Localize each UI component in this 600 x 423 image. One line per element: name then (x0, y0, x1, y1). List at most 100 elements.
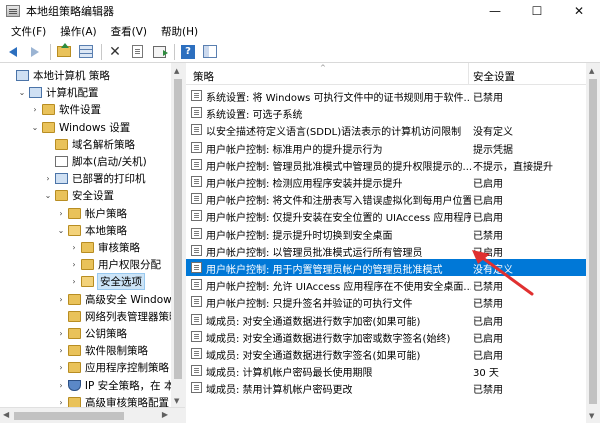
policy-row[interactable]: 用户帐户控制: 管理员批准模式中管理员的提升权限提示的... 不提示，直接提升 (186, 156, 586, 173)
scroll-up-icon[interactable]: ▲ (174, 67, 179, 75)
window-title: 本地组策略编辑器 (26, 5, 114, 18)
expand-chevron-icon[interactable]: › (56, 346, 66, 356)
expand-chevron-icon[interactable]: › (56, 363, 66, 373)
forward-icon[interactable] (25, 43, 45, 61)
policy-row[interactable]: 域成员: 对安全通道数据进行数字签名(如果可能) 已启用 (186, 345, 586, 362)
tree-horizontal-scrollbar[interactable]: ◀ ▶ (0, 407, 185, 423)
folder-icon (68, 293, 81, 305)
policy-document-icon (191, 348, 202, 359)
tree-item[interactable]: 本地计算机 策略 (0, 66, 184, 85)
scroll-down-icon[interactable]: ▼ (589, 412, 594, 420)
help-icon[interactable]: ? (178, 43, 198, 61)
policy-row[interactable]: 系统设置: 可选子系统 (186, 104, 586, 121)
policy-row[interactable]: 用户帐户控制: 允许 UIAccess 应用程序在不使用安全桌面... 已禁用 (186, 276, 586, 293)
expand-chevron-icon[interactable]: › (69, 243, 79, 253)
up-folder-icon[interactable] (54, 43, 74, 61)
maximize-button[interactable]: ☐ (516, 0, 558, 22)
minimize-button[interactable]: — (474, 0, 516, 22)
tree-item[interactable]: › 审核策略 (0, 238, 184, 257)
back-icon[interactable] (3, 43, 23, 61)
policy-row[interactable]: 域成员: 对安全通道数据进行数字加密或数字签名(始终) 已启用 (186, 328, 586, 345)
expand-chevron-icon[interactable]: › (56, 294, 66, 304)
scroll-down-icon[interactable]: ▼ (174, 397, 179, 405)
tree-vertical-scrollbar[interactable]: ▲ ▼ (171, 63, 185, 407)
menu-action[interactable]: 操作(A) (53, 24, 103, 39)
column-header-policy[interactable]: 策略 (193, 69, 214, 84)
menu-help[interactable]: 帮助(H) (154, 24, 205, 39)
properties-icon[interactable] (127, 43, 147, 61)
policy-row[interactable]: 系统设置: 将 Windows 可执行文件中的证书规则用于软件... 已禁用 (186, 87, 586, 104)
tree-item[interactable]: 脚本(启动/关机) (0, 152, 184, 171)
policy-row[interactable]: 用户帐户控制: 将文件和注册表写入错误虚拟化到每用户位置 已启用 (186, 190, 586, 207)
policy-row[interactable]: 用户帐户控制: 提示提升时切换到安全桌面 已禁用 (186, 225, 586, 242)
policy-row[interactable]: 用户帐户控制: 用于内置管理员帐户的管理员批准模式 没有定义 (186, 259, 586, 276)
export-icon[interactable] (149, 43, 169, 61)
policy-document-icon (191, 365, 202, 377)
scroll-right-icon[interactable]: ▶ (162, 410, 168, 419)
shield-icon (67, 379, 81, 391)
tree-item[interactable]: 网络列表管理器策略 (0, 307, 184, 326)
expand-chevron-icon[interactable]: › (30, 105, 40, 115)
show-tree-icon[interactable] (76, 43, 96, 61)
scroll-thumb[interactable] (174, 79, 182, 379)
tree-item[interactable]: › 已部署的打印机 (0, 169, 184, 188)
close-button[interactable]: ✕ (558, 0, 600, 22)
tree-item[interactable]: ⌄ 计算机配置 (0, 83, 184, 102)
expand-chevron-icon[interactable]: › (56, 380, 66, 390)
tree-item[interactable]: ⌄ 本地策略 (0, 221, 184, 240)
tree-item[interactable]: › 软件设置 (0, 100, 184, 119)
expand-chevron-icon[interactable]: › (56, 329, 66, 339)
tree-item[interactable]: › 高级审核策略配置 (0, 393, 184, 407)
column-header-security-setting[interactable]: 安全设置 (473, 69, 515, 84)
no-expander (43, 139, 53, 149)
tree-item[interactable]: ⌄ Windows 设置 (0, 118, 184, 137)
scroll-left-icon[interactable]: ◀ (3, 410, 9, 419)
policy-row[interactable]: 以安全描述符定义语言(SDDL)语法表示的计算机访问限制 没有定义 (186, 121, 586, 138)
tree-item[interactable]: › 公钥策略 (0, 324, 184, 343)
panel-icon[interactable] (200, 43, 220, 61)
policy-row[interactable]: 用户帐户控制: 标准用户的提升提示行为 提示凭据 (186, 139, 586, 156)
policy-tree[interactable]: 本地计算机 策略 ⌄ 计算机配置 › 软件设置 ⌄ Windows 设置 域名解析策略 脚本(启… (0, 63, 185, 407)
menu-view[interactable]: 查看(V) (104, 24, 154, 39)
toolbar: ✕ ? (0, 41, 600, 63)
scroll-thumb[interactable] (589, 79, 597, 404)
policy-document-icon (191, 382, 202, 394)
column-divider[interactable] (468, 63, 469, 85)
policy-document-icon (191, 227, 202, 239)
tree-item[interactable]: › 安全选项 (0, 272, 184, 291)
policy-row[interactable]: 用户帐户控制: 只提升签名并验证的可执行文件 已禁用 (186, 293, 586, 310)
scroll-thumb[interactable] (14, 412, 124, 420)
sort-indicator-icon: ^ (320, 64, 326, 72)
expand-chevron-icon[interactable]: › (69, 260, 79, 270)
tree-item[interactable]: › 高级安全 Windows (0, 290, 184, 309)
policy-row[interactable]: 用户帐户控制: 仅提升安装在安全位置的 UIAccess 应用程序 已启用 (186, 207, 586, 224)
expand-chevron-icon[interactable]: › (56, 397, 66, 407)
policy-row[interactable]: 用户帐户控制: 检测应用程序安装并提示提升 已启用 (186, 173, 586, 190)
tree-item[interactable]: 域名解析策略 (0, 135, 184, 154)
tree-item[interactable]: › 应用程序控制策略 (0, 358, 184, 377)
tree-item[interactable]: › 软件限制策略 (0, 341, 184, 360)
delete-icon[interactable]: ✕ (105, 43, 125, 61)
policy-list: ^ 策略 安全设置 系统设置: 将 Windows 可执行文件中的证书规则用于软… (186, 63, 600, 423)
expand-chevron-icon[interactable]: › (43, 174, 53, 184)
expand-chevron-icon[interactable]: › (56, 208, 66, 218)
collapse-chevron-icon[interactable]: ⌄ (56, 225, 66, 235)
policy-row[interactable]: 域成员: 禁用计算机帐户密码更改 已禁用 (186, 379, 586, 396)
tree-item[interactable]: › 用户权限分配 (0, 255, 184, 274)
collapse-chevron-icon[interactable]: ⌄ (17, 88, 27, 98)
policy-document-icon (191, 279, 202, 291)
tree-item[interactable]: ⌄ 安全设置 (0, 186, 184, 205)
policy-name: 系统设置: 将 Windows 可执行文件中的证书规则用于软件... (206, 93, 471, 104)
scroll-up-icon[interactable]: ▲ (589, 67, 594, 75)
collapse-chevron-icon[interactable]: ⌄ (43, 191, 53, 201)
list-vertical-scrollbar[interactable]: ▲ ▼ (586, 63, 600, 423)
policy-row[interactable]: 用户帐户控制: 以管理员批准模式运行所有管理员 已启用 (186, 242, 586, 259)
collapse-chevron-icon[interactable]: ⌄ (30, 122, 40, 132)
menu-file[interactable]: 文件(F) (4, 24, 53, 39)
tree-item[interactable]: › IP 安全策略，在 本地 (0, 376, 184, 395)
expand-chevron-icon[interactable]: › (69, 277, 79, 287)
policy-document-icon (191, 176, 202, 187)
policy-row[interactable]: 域成员: 对安全通道数据进行数字加密(如果可能) 已启用 (186, 311, 586, 328)
policy-row[interactable]: 域成员: 计算机帐户密码最长使用期限 30 天 (186, 362, 586, 379)
tree-item[interactable]: › 帐户策略 (0, 204, 184, 223)
